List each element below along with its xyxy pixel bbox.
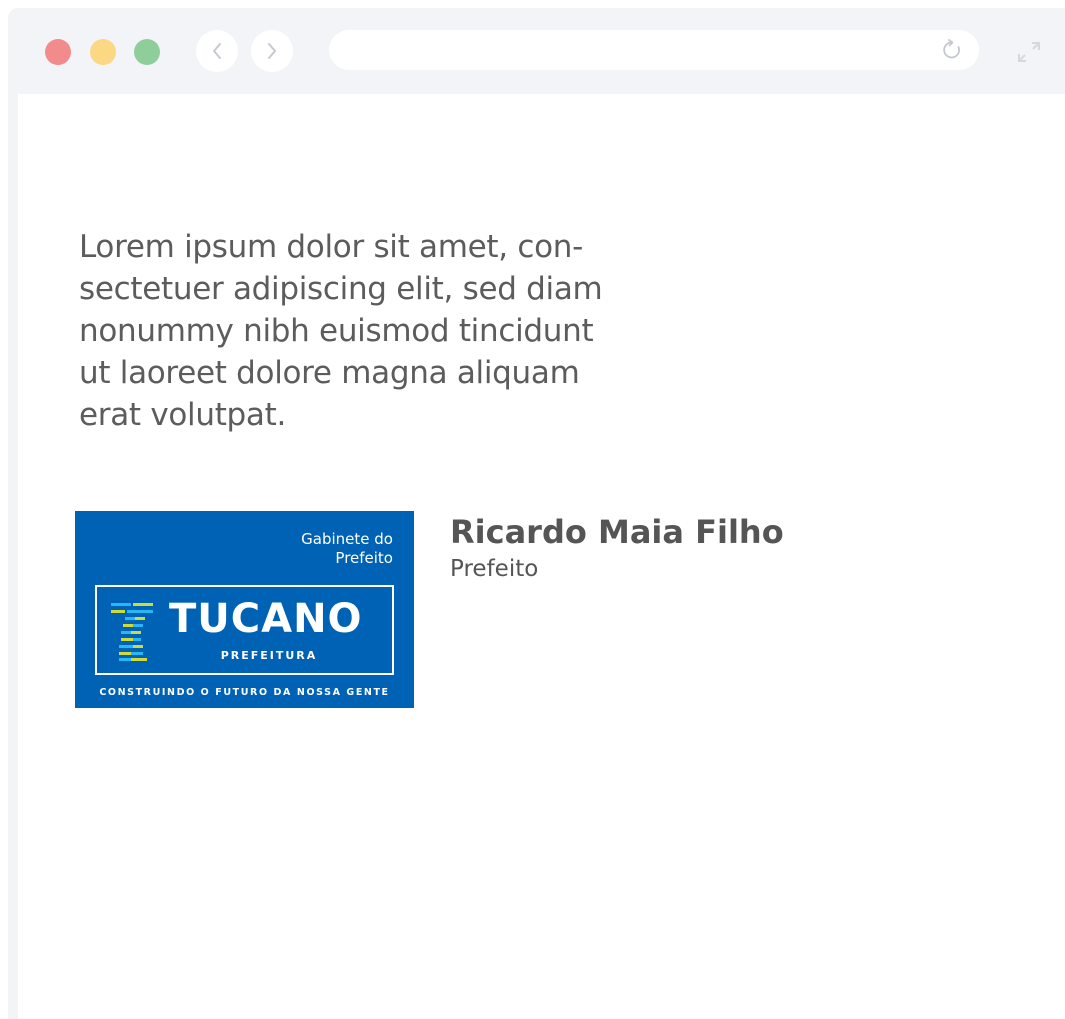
paragraph-line: ut laoreet dolore magna aliquam — [79, 355, 580, 391]
close-window-button[interactable] — [45, 39, 71, 65]
logo-office-line2: Prefeito — [335, 549, 393, 567]
intro-paragraph: Lorem ipsum dolor sit amet, con- sectetu… — [79, 226, 719, 436]
logo-office: Gabinete do Prefeito — [301, 530, 393, 568]
tucano-logo: Gabinete do Prefeito TUCANO PREFEITURA C… — [75, 511, 414, 708]
page-content: Lorem ipsum dolor sit amet, con- sectetu… — [18, 94, 1065, 1019]
browser-window: Lorem ipsum dolor sit amet, con- sectetu… — [8, 8, 1065, 1019]
paragraph-line: erat volutpat. — [79, 397, 287, 433]
paragraph-line: nonummy nibh euismod tincidunt — [79, 313, 594, 349]
person-role: Prefeito — [450, 556, 539, 582]
minimize-window-button[interactable] — [90, 39, 116, 65]
maximize-window-button[interactable] — [134, 39, 160, 65]
logo-office-line1: Gabinete do — [301, 530, 393, 548]
tucano-mark-icon — [111, 603, 153, 661]
expand-icon — [1018, 42, 1040, 62]
expand-button[interactable] — [1012, 36, 1046, 68]
forward-button[interactable] — [251, 30, 293, 72]
person-name: Ricardo Maia Filho — [450, 513, 784, 551]
chevron-left-icon — [213, 43, 221, 59]
reload-icon — [943, 39, 960, 59]
logo-subtitle: PREFEITURA — [220, 649, 318, 662]
logo-name: TUCANO — [169, 596, 363, 642]
logo-tagline: CONSTRUINDO O FUTURO DA NOSSA GENTE — [99, 687, 390, 698]
reload-button[interactable] — [939, 37, 965, 63]
paragraph-line: Lorem ipsum dolor sit amet, con- — [79, 229, 583, 265]
chevron-right-icon — [268, 43, 276, 59]
browser-toolbar — [8, 8, 1065, 93]
back-button[interactable] — [196, 30, 238, 72]
paragraph-line: sectetuer adipiscing elit, sed diam — [79, 271, 603, 307]
logo-frame: TUCANO PREFEITURA — [95, 585, 394, 675]
address-bar[interactable] — [329, 30, 979, 70]
